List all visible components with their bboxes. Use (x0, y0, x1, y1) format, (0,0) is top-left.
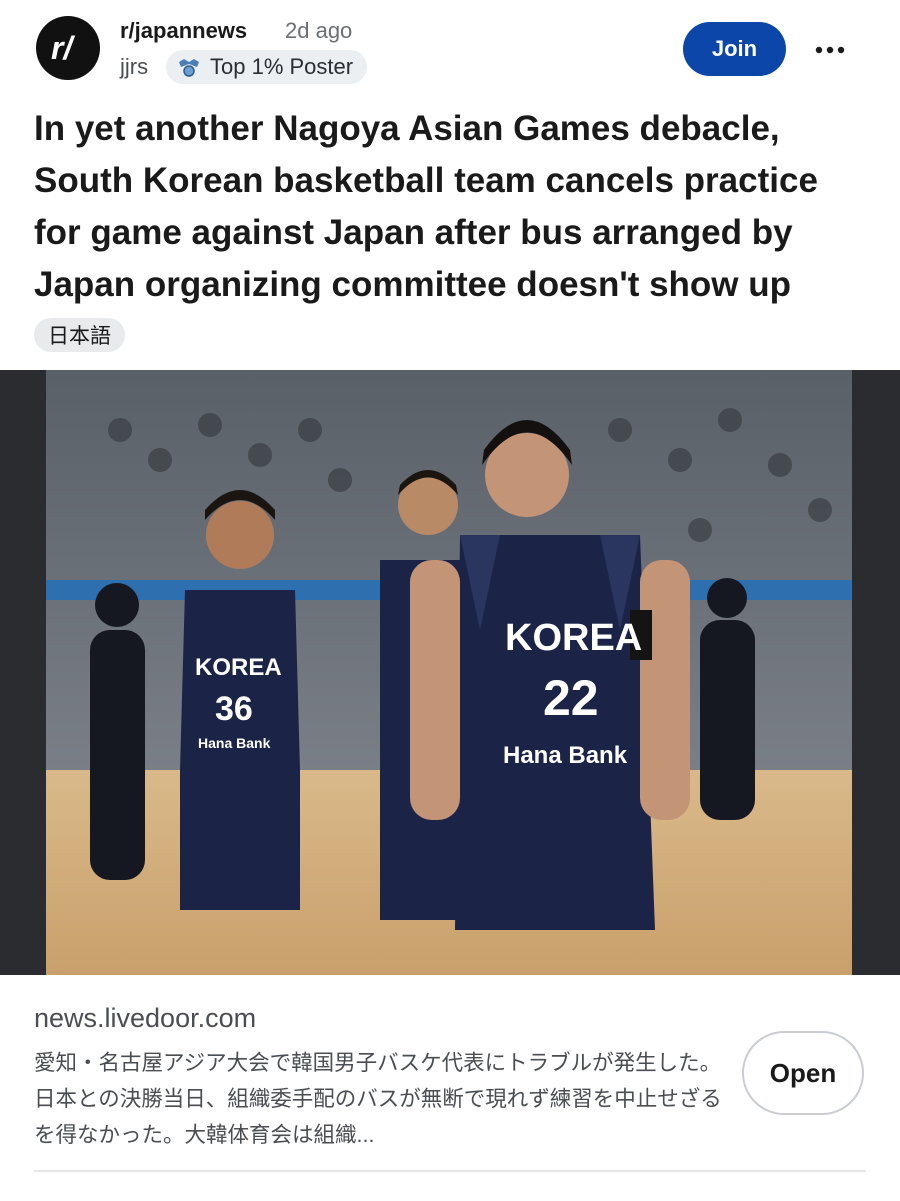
author-name[interactable]: jjrs (120, 54, 148, 80)
open-link-button[interactable]: Open (742, 1031, 864, 1115)
svg-text:36: 36 (215, 690, 253, 728)
divider (34, 1170, 866, 1172)
link-preview[interactable]: news.livedoor.com 愛知・名古屋アジア大会で韓国男子バスケ代表に… (0, 975, 900, 1170)
flair-label: Top 1% Poster (210, 54, 354, 79)
user-flair: Top 1% Poster (166, 50, 368, 84)
link-domain[interactable]: news.livedoor.com (34, 1003, 256, 1034)
svg-text:Hana Bank: Hana Bank (198, 735, 271, 751)
link-excerpt: 愛知・名古屋アジア大会で韓国男子バスケ代表にトラブルが発生した。日本との決勝当日… (34, 1051, 722, 1147)
language-tag: 日本語 (34, 318, 125, 352)
post-image[interactable]: KOREA 36 Hana Bank KOREA 22 Hana Bank (0, 370, 900, 975)
post-time: 2d ago (285, 18, 353, 43)
more-options-icon[interactable] (808, 30, 852, 70)
subreddit-name[interactable]: r/japannews (120, 18, 247, 44)
post-title[interactable]: In yet another Nagoya Asian Games debacl… (34, 103, 874, 311)
svg-text:KOREA: KOREA (195, 654, 282, 681)
jersey-number-text: 22 (543, 670, 599, 726)
svg-text:r/: r/ (51, 30, 75, 66)
subreddit-avatar-icon[interactable]: r/ (36, 16, 100, 80)
jersey-team-text: KOREA (505, 617, 642, 659)
post-header: r/ r/japannews 2d ago jjrs Top 1% Poster… (0, 0, 900, 100)
jersey-sponsor-text: Hana Bank (503, 742, 628, 769)
flair-badge-icon (179, 59, 199, 77)
join-button[interactable]: Join (683, 22, 786, 76)
